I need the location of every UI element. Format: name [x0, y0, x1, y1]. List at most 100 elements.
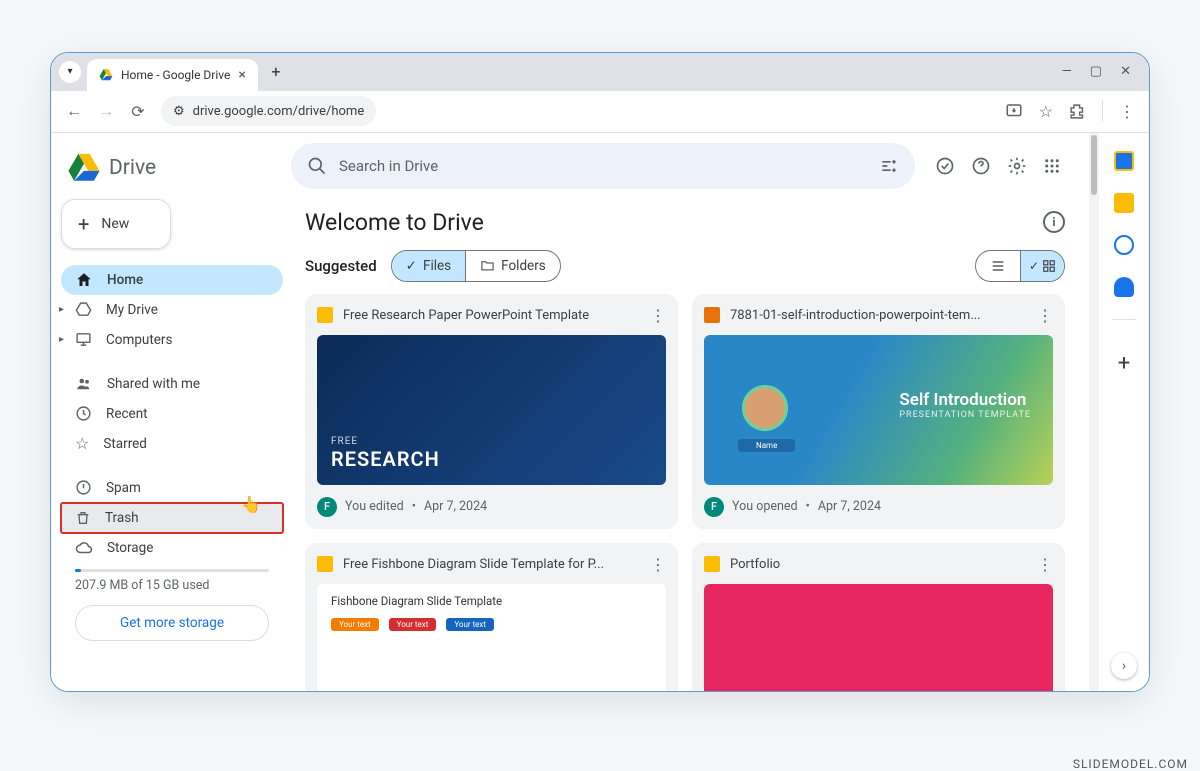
trash-icon	[75, 510, 91, 526]
sidebar-item-label: Home	[107, 272, 143, 288]
files-label: Files	[423, 258, 451, 274]
user-avatar: F	[317, 497, 337, 517]
sidebar-item-label: Trash	[105, 510, 139, 526]
sidebar-item-shared[interactable]: Shared with me	[61, 369, 283, 399]
reload-button[interactable]: ⟳	[129, 102, 147, 120]
drive-logo[interactable]: Drive	[61, 143, 283, 199]
maximize-button[interactable]: ▢	[1090, 64, 1102, 79]
sidebar-item-spam[interactable]: Spam	[61, 473, 283, 503]
more-options-icon[interactable]: ⋮	[650, 306, 666, 325]
url-text: drive.google.com/drive/home	[193, 104, 365, 119]
expand-icon[interactable]: ▸	[59, 334, 64, 345]
new-button[interactable]: + New	[61, 199, 171, 249]
file-title: Free Research Paper PowerPoint Template	[343, 308, 640, 323]
slides-icon	[317, 556, 333, 572]
file-card[interactable]: Portfolio ⋮ Your Name	[692, 543, 1065, 691]
cloud-icon	[75, 539, 93, 557]
settings-icon[interactable]	[1007, 156, 1027, 176]
sidebar-item-computers[interactable]: ▸ Computers	[61, 325, 283, 355]
check-icon: ✓	[406, 258, 417, 274]
sidebar-item-storage[interactable]: Storage	[61, 533, 283, 563]
storage-usage-text: 207.9 MB of 15 GB used	[61, 578, 283, 605]
sidebar-item-trash[interactable]: Trash	[61, 503, 283, 533]
drive-icon	[75, 301, 92, 318]
sidebar-item-my-drive[interactable]: ▸ My Drive	[61, 295, 283, 325]
drive-logo-icon	[67, 151, 101, 185]
sidebar-item-label: Recent	[106, 406, 148, 422]
list-view-button[interactable]	[976, 251, 1020, 281]
site-settings-icon[interactable]: ⚙	[173, 104, 185, 119]
grid-icon	[1042, 259, 1056, 273]
close-window-button[interactable]: ✕	[1120, 64, 1131, 79]
install-app-icon[interactable]	[1005, 102, 1023, 120]
app-window: ▾ Home - Google Drive × + — ▢ ✕ ← → ⟳ ⚙ …	[50, 52, 1150, 692]
folders-toggle[interactable]: Folders	[465, 251, 560, 281]
sidebar-item-recent[interactable]: Recent	[61, 399, 283, 429]
view-toggle: ✓	[975, 250, 1065, 282]
star-icon: ☆	[75, 434, 89, 453]
browser-tab[interactable]: Home - Google Drive ×	[87, 59, 258, 91]
browser-titlebar: ▾ Home - Google Drive × + — ▢ ✕	[51, 53, 1149, 91]
file-card[interactable]: Free Fishbone Diagram Slide Template for…	[305, 543, 678, 691]
url-field[interactable]: ⚙ drive.google.com/drive/home	[161, 96, 376, 126]
browser-menu-icon[interactable]: ⋮	[1119, 102, 1135, 121]
apps-icon[interactable]	[1043, 157, 1061, 175]
browser-address-bar: ← → ⟳ ⚙ drive.google.com/drive/home ☆ ⋮	[51, 91, 1149, 133]
more-options-icon[interactable]: ⋮	[1037, 306, 1053, 325]
plus-icon: +	[78, 212, 89, 236]
tasks-icon[interactable]	[1114, 235, 1134, 255]
page-title: Welcome to Drive	[305, 209, 484, 236]
close-tab-icon[interactable]: ×	[238, 67, 245, 83]
search-input[interactable]: Search in Drive	[291, 143, 915, 189]
keep-icon[interactable]	[1114, 193, 1134, 213]
drive-header: Search in Drive	[291, 137, 1089, 199]
sidebar-item-starred[interactable]: ☆ Starred	[61, 429, 283, 459]
contacts-icon[interactable]	[1114, 277, 1134, 297]
back-button[interactable]: ←	[65, 102, 83, 120]
forward-button[interactable]: →	[97, 102, 115, 120]
file-thumbnail: FREE RESEARCH	[317, 335, 666, 485]
calendar-icon[interactable]	[1114, 151, 1134, 171]
drive-app-body: Drive + New Home ▸ My Drive ▸ Computers	[51, 133, 1149, 691]
file-meta-date: Apr 7, 2024	[424, 499, 487, 514]
get-addons-button[interactable]: +	[1118, 351, 1130, 376]
list-icon	[990, 258, 1006, 274]
bookmark-icon[interactable]: ☆	[1039, 102, 1053, 121]
get-more-storage-button[interactable]: Get more storage	[75, 605, 269, 641]
search-options-icon[interactable]	[879, 156, 899, 176]
suggested-label: Suggested	[305, 257, 377, 275]
drive-favicon	[99, 68, 113, 82]
cards-grid: Free Research Paper PowerPoint Template …	[291, 294, 1089, 691]
files-toggle[interactable]: ✓ Files	[392, 251, 465, 281]
help-icon[interactable]	[971, 156, 991, 176]
hide-side-panel-button[interactable]: ›	[1111, 653, 1137, 679]
scrollbar-thumb[interactable]	[1091, 135, 1097, 195]
spam-icon	[75, 479, 92, 496]
minimize-button[interactable]: —	[1062, 64, 1072, 79]
main-content: Search in Drive Welcome to Drive i Sugge…	[291, 133, 1089, 691]
expand-icon[interactable]: ▸	[59, 304, 64, 315]
file-card[interactable]: 7881-01-self-introduction-powerpoint-tem…	[692, 294, 1065, 529]
more-options-icon[interactable]: ⋮	[650, 555, 666, 574]
extensions-icon[interactable]	[1069, 103, 1086, 120]
check-icon: ✓	[1029, 259, 1039, 273]
offline-ready-icon[interactable]	[935, 156, 955, 176]
file-thumbnail: Your Name	[704, 584, 1053, 691]
slides-icon	[317, 307, 333, 323]
grid-view-button[interactable]: ✓	[1020, 251, 1064, 281]
powerpoint-icon	[704, 307, 720, 323]
sidebar: Drive + New Home ▸ My Drive ▸ Computers	[51, 133, 291, 691]
sidebar-item-home[interactable]: Home	[61, 265, 283, 295]
computer-icon	[75, 331, 92, 348]
info-button[interactable]: i	[1043, 211, 1065, 233]
more-options-icon[interactable]: ⋮	[1037, 555, 1053, 574]
sidebar-item-label: Starred	[103, 436, 147, 452]
storage-progress	[75, 569, 269, 572]
folder-icon	[480, 258, 495, 273]
file-card[interactable]: Free Research Paper PowerPoint Template …	[305, 294, 678, 529]
tab-search-button[interactable]: ▾	[59, 61, 81, 83]
watermark: SLIDEMODEL.COM	[1073, 757, 1188, 771]
folders-label: Folders	[501, 258, 546, 274]
new-tab-button[interactable]: +	[262, 58, 290, 86]
scrollbar[interactable]	[1089, 133, 1099, 691]
